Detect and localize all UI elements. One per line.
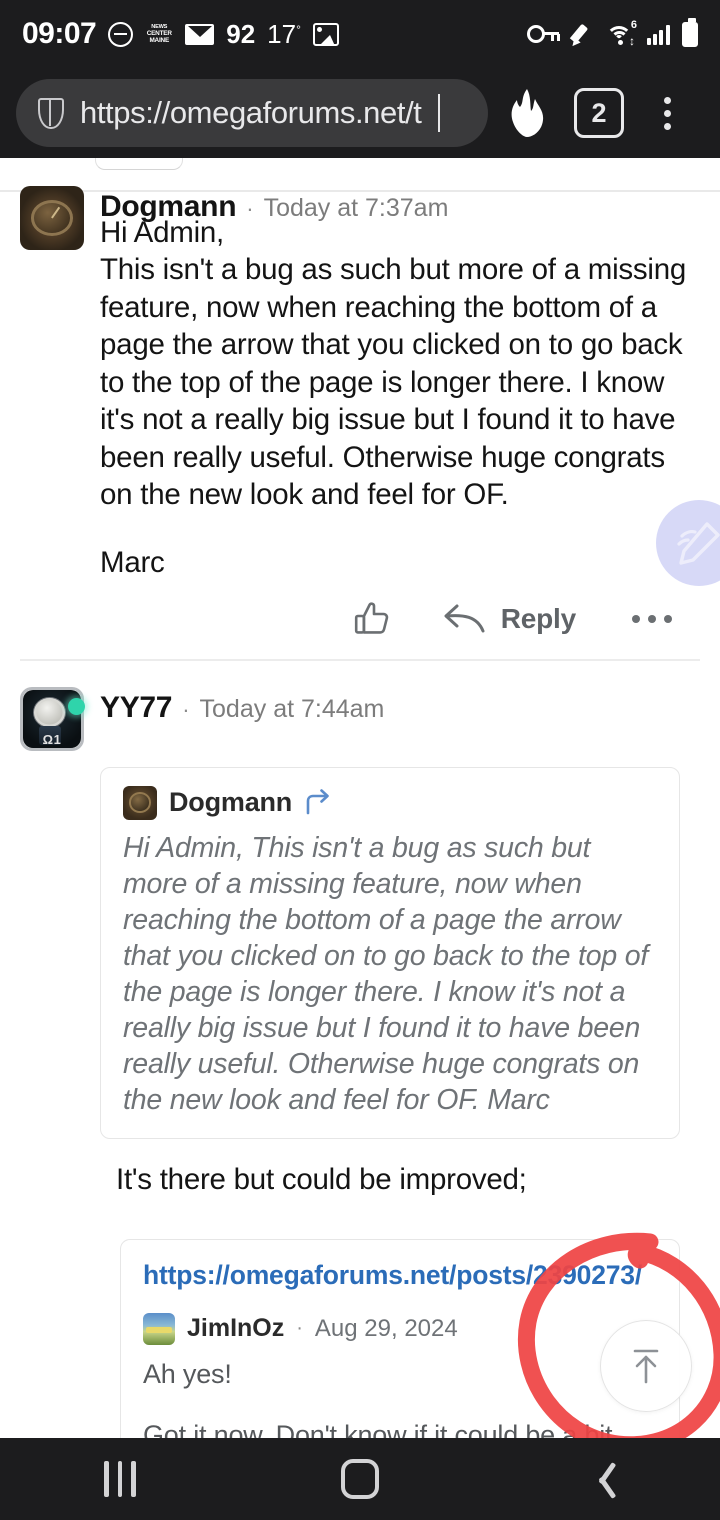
jump-to-post-icon[interactable] bbox=[304, 788, 334, 818]
reply-button[interactable]: Reply bbox=[443, 602, 576, 636]
mail-icon bbox=[185, 23, 215, 45]
recent-apps-button[interactable] bbox=[60, 1438, 180, 1520]
more-options-icon[interactable] bbox=[628, 615, 676, 624]
reply-label: Reply bbox=[500, 603, 576, 635]
browser-toolbar: https://omegaforums.net/t 2 bbox=[0, 68, 720, 158]
link-preview-separator: · bbox=[296, 1317, 303, 1340]
mail-count: 92 bbox=[226, 18, 256, 49]
wifi-icon: 6 ↕ bbox=[606, 19, 637, 48]
post-dogmann: Dogmann · Today at 7:37am Hi Admin, This… bbox=[0, 158, 720, 661]
android-navigation-bar bbox=[0, 1438, 720, 1520]
tab-counter-button[interactable]: 2 bbox=[574, 88, 624, 138]
wifi-generation-label: 6 bbox=[630, 19, 637, 31]
webpage-content: Dogmann · Today at 7:37am Hi Admin, This… bbox=[0, 158, 720, 1520]
firefox-flame-icon[interactable] bbox=[504, 87, 550, 139]
quote-header: Dogmann bbox=[123, 785, 657, 820]
avatar-dogmann[interactable] bbox=[20, 186, 84, 250]
meta-separator: · bbox=[182, 696, 190, 722]
degree-symbol: ° bbox=[296, 21, 301, 36]
status-clock: 09:07 bbox=[22, 17, 97, 50]
temperature-value: 17 bbox=[267, 18, 297, 49]
status-bar: 09:07 NEWS CENTER MAINE 92 17° 6 ↕ bbox=[0, 0, 720, 68]
link-preview-avatar bbox=[143, 1312, 175, 1345]
link-preview-line1: Ah yes! bbox=[143, 1358, 232, 1389]
do-not-disturb-icon bbox=[108, 21, 134, 47]
post-main-text: This isn't a bug as such but more of a m… bbox=[100, 253, 687, 512]
temperature-indicator: 17° bbox=[267, 19, 301, 50]
link-preview-header: JimInOz · Aug 29, 2024 bbox=[143, 1312, 657, 1345]
status-bar-left: 09:07 NEWS CENTER MAINE 92 17° bbox=[22, 17, 339, 51]
recent-apps-icon bbox=[104, 1461, 136, 1497]
quote-text: Hi Admin, This isn't a bug as such but m… bbox=[123, 831, 649, 1116]
url-input[interactable]: https://omegaforums.net/t bbox=[80, 95, 422, 131]
vpn-key-icon bbox=[527, 25, 561, 43]
like-button[interactable] bbox=[353, 601, 391, 637]
tracking-protection-shield-icon[interactable] bbox=[38, 97, 64, 129]
post-actions: Reply bbox=[100, 581, 700, 659]
battery-icon bbox=[682, 17, 698, 47]
avatar-badge-label: Ω1 bbox=[42, 731, 62, 747]
text-cursor bbox=[437, 94, 441, 132]
quote-block[interactable]: Dogmann Hi Admin, This isn't a bug as su… bbox=[100, 766, 680, 1139]
scroll-to-top-icon bbox=[633, 1349, 659, 1384]
avatar-yy77[interactable]: Ω1 bbox=[20, 686, 85, 751]
phone-screen: 09:07 NEWS CENTER MAINE 92 17° 6 ↕ https… bbox=[0, 0, 720, 1520]
overflow-menu-icon[interactable] bbox=[644, 87, 690, 139]
post-timestamp[interactable]: Today at 7:44am bbox=[200, 696, 385, 722]
reply-arrow-icon bbox=[443, 602, 487, 636]
cellular-signal-icon bbox=[647, 23, 671, 45]
link-preview-date: Aug 29, 2024 bbox=[314, 1314, 458, 1342]
online-status-indicator bbox=[68, 697, 85, 715]
link-preview-author: JimInOz bbox=[187, 1314, 285, 1343]
stylus-pen-icon bbox=[569, 22, 595, 49]
news-center-maine-icon: NEWS CENTER MAINE bbox=[145, 21, 173, 47]
home-icon bbox=[341, 1459, 379, 1499]
meta-separator: · bbox=[246, 196, 254, 221]
home-button[interactable] bbox=[300, 1438, 420, 1520]
image-icon bbox=[312, 22, 339, 46]
post-body: It's there but could be improved; bbox=[116, 1162, 527, 1196]
post-meta: YY77 · Today at 7:44am bbox=[100, 687, 700, 723]
back-button[interactable] bbox=[540, 1438, 660, 1520]
status-bar-right: 6 ↕ bbox=[527, 17, 698, 49]
post-body: Hi Admin, This isn't a bug as such but m… bbox=[100, 214, 700, 581]
post-timestamp[interactable]: Today at 7:37am bbox=[264, 196, 449, 221]
scroll-to-top-button[interactable] bbox=[600, 1320, 692, 1412]
quote-avatar bbox=[123, 785, 157, 820]
news-logo-line3: MAINE bbox=[149, 37, 170, 45]
post-signature: Marc bbox=[100, 545, 165, 579]
quote-author[interactable]: Dogmann bbox=[169, 787, 292, 818]
thumbs-up-icon bbox=[353, 601, 391, 637]
wifi-transfer-arrows-icon: ↕ bbox=[629, 34, 635, 48]
post-header: Ω1 YY77 · Today at 7:44am bbox=[20, 686, 700, 751]
news-logo-line2: CENTER bbox=[146, 29, 172, 37]
url-bar[interactable]: https://omegaforums.net/t bbox=[16, 79, 488, 147]
back-icon bbox=[586, 1459, 614, 1499]
link-preview-url[interactable]: https://omegaforums.net/posts/2390273/ bbox=[143, 1260, 657, 1291]
post-author[interactable]: YY77 bbox=[100, 692, 173, 723]
